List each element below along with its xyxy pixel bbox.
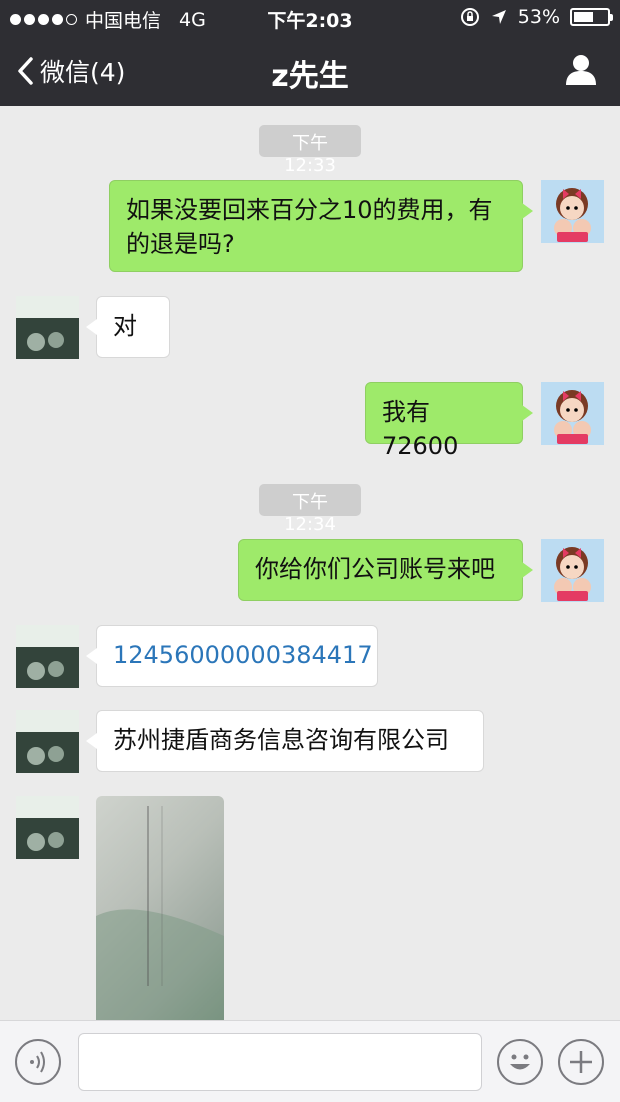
battery-icon <box>570 8 613 26</box>
location-arrow-icon <box>491 10 506 24</box>
contact-avatar[interactable] <box>16 296 79 359</box>
cartoon-girl-avatar-icon <box>541 382 604 445</box>
contact-avatar-image <box>16 296 79 359</box>
voice-input-button[interactable] <box>15 1039 61 1085</box>
message-text: 苏州捷盾商务信息咨询有限公司 <box>113 726 449 754</box>
rotation-lock-icon <box>460 8 479 26</box>
nav-bar: 微信(4) z先生 <box>0 36 620 106</box>
timestamp: 下午12:34 <box>259 484 361 535</box>
input-bar <box>0 1020 620 1102</box>
contact-profile-icon[interactable] <box>564 52 598 86</box>
photo-message[interactable] <box>96 796 224 1020</box>
status-right: 53% <box>460 6 613 28</box>
message-bubble-sent[interactable]: 如果没要回来百分之10的费用，有的退是吗? <box>109 180 533 272</box>
contact-avatar[interactable] <box>16 710 79 773</box>
message-bubble-sent[interactable]: 我有72600 <box>365 382 533 460</box>
contact-avatar[interactable] <box>16 625 79 688</box>
message-text: 我有72600 <box>382 398 459 460</box>
smiley-icon <box>510 1054 530 1070</box>
voice-wave-icon <box>30 1051 45 1073</box>
cartoon-girl-avatar-icon <box>541 180 604 243</box>
contact-avatar[interactable] <box>16 796 79 859</box>
message-bubble-received[interactable]: 12456000000384417 <box>86 625 378 687</box>
message-text: 对 <box>113 312 137 340</box>
message-text: 你给你们公司账号来吧 <box>255 555 495 583</box>
message-input[interactable] <box>78 1033 482 1091</box>
my-avatar[interactable] <box>541 539 604 602</box>
chat-message-list[interactable]: 下午12:33 如果没要回来百分之10的费用，有的退是吗? 对 我有72600 <box>0 106 620 1020</box>
message-bubble-received[interactable]: 对 <box>86 296 170 358</box>
contact-avatar-image <box>16 625 79 688</box>
account-number-link[interactable]: 12456000000384417 <box>113 641 373 669</box>
my-avatar[interactable] <box>541 180 604 243</box>
message-bubble-received[interactable]: 苏州捷盾商务信息咨询有限公司 <box>86 710 484 772</box>
message-text: 如果没要回来百分之10的费用，有的退是吗? <box>126 196 493 258</box>
timestamp: 下午12:33 <box>259 125 361 176</box>
cartoon-girl-avatar-icon <box>541 539 604 602</box>
my-avatar[interactable] <box>541 382 604 445</box>
bank-license-photo <box>96 806 224 1020</box>
emoji-button[interactable] <box>497 1039 543 1085</box>
contact-avatar-image <box>16 796 79 859</box>
message-bubble-sent[interactable]: 你给你们公司账号来吧 <box>238 539 533 601</box>
top-bar: 中国电信 4G 下午2:03 53% 微信(4) z先生 <box>0 0 620 106</box>
chat-title: z先生 <box>271 59 349 94</box>
battery-percent: 53% <box>517 6 560 28</box>
contact-avatar-image <box>16 710 79 773</box>
plus-icon <box>570 1051 592 1073</box>
more-options-button[interactable] <box>558 1039 604 1085</box>
status-bar: 中国电信 4G 下午2:03 53% <box>0 0 620 36</box>
